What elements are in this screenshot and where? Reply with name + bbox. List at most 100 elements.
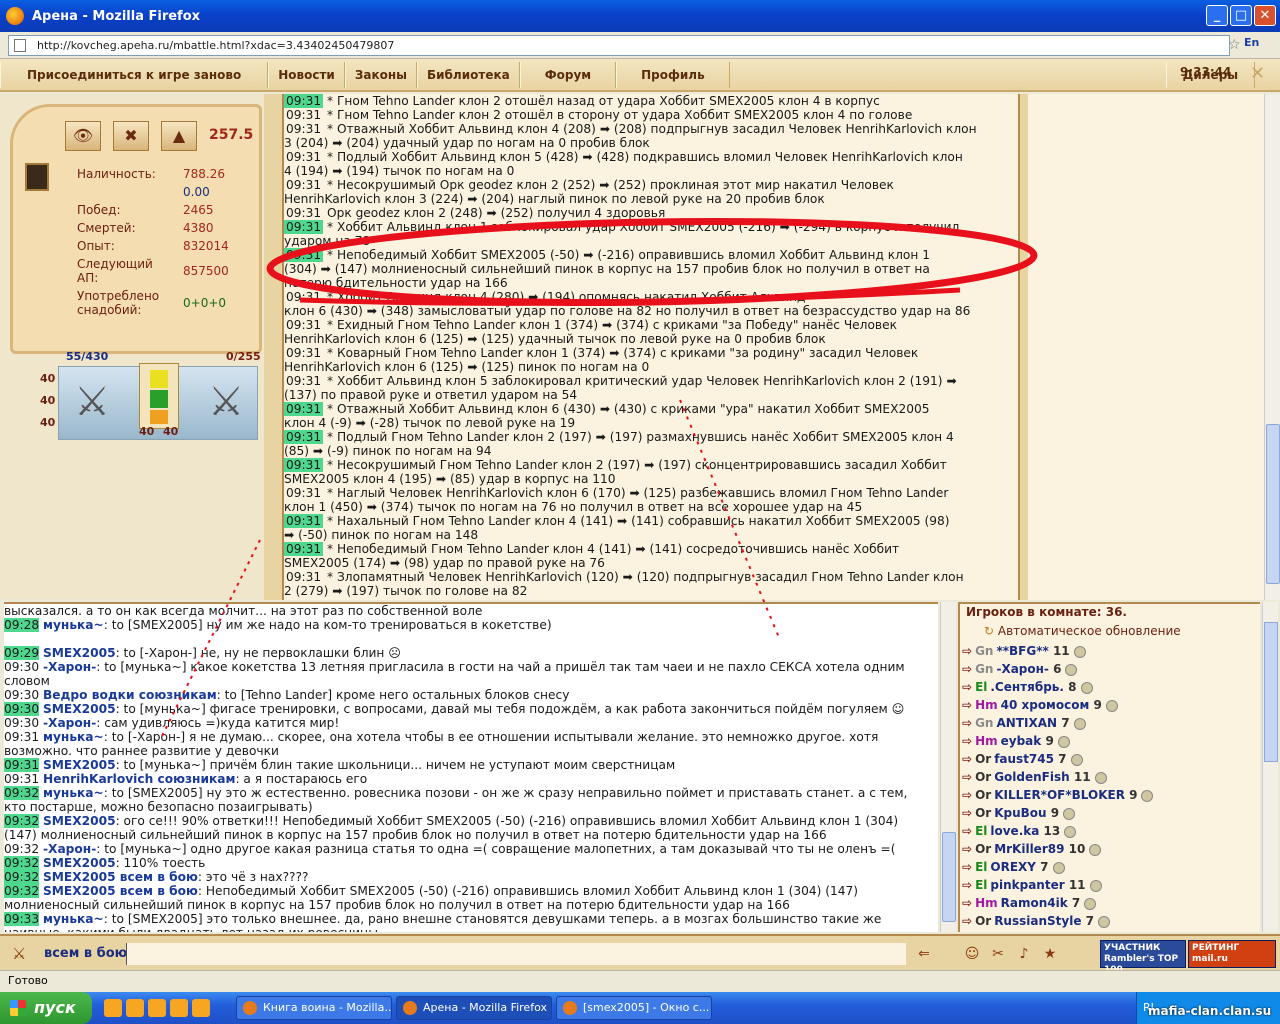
arrow-right-icon[interactable]: ⇨ (962, 860, 972, 874)
arrow-right-icon[interactable]: ⇨ (962, 680, 972, 694)
menu-rejoin[interactable]: Присоединиться к игре заново (0, 61, 269, 88)
info-icon[interactable] (1141, 789, 1154, 802)
player-row[interactable]: ⇨ Gn -Харон- 6 (960, 660, 1260, 678)
armor-icon[interactable] (139, 363, 179, 429)
app-icon[interactable] (170, 999, 188, 1017)
language-indicator[interactable]: En (1244, 36, 1259, 49)
player-row[interactable]: ⇨ Or RussianStyle 7 (960, 912, 1260, 930)
player-row[interactable]: ⇨ Hm 40 хромосом 9 (960, 696, 1260, 714)
scrollbar-thumb[interactable] (942, 832, 956, 922)
tools-icon[interactable]: ✖ (113, 121, 149, 151)
info-icon[interactable] (1065, 663, 1078, 676)
arrow-right-icon[interactable]: ⇨ (962, 788, 972, 802)
close-button[interactable]: ✕ (1254, 5, 1276, 26)
chat-nick[interactable]: мунька~ (43, 786, 104, 800)
player-row[interactable]: ⇨ Or MrKiller89 10 (960, 840, 1260, 858)
start-button[interactable]: пуск (0, 992, 92, 1024)
chat-nick[interactable]: -Харон- (43, 716, 96, 730)
player-name[interactable]: eybak (1001, 734, 1042, 748)
chat-input[interactable] (126, 943, 906, 965)
firefox-icon[interactable] (126, 999, 144, 1017)
player-name[interactable]: Ramon4ik (1001, 896, 1068, 910)
info-icon[interactable] (1073, 645, 1086, 658)
arrow-right-icon[interactable]: ⇨ (962, 734, 972, 748)
sword-icon[interactable]: ⚔ (195, 377, 257, 427)
player-row[interactable]: ⇨ El .Сентябрь. 8 (960, 678, 1260, 696)
player-row[interactable]: ⇨ El love.ka 13 (960, 822, 1260, 840)
player-row[interactable]: ⇨ Or GoldenFish 11 (960, 768, 1260, 786)
player-name[interactable]: 40 хромосом (1001, 698, 1090, 712)
info-icon[interactable] (1098, 915, 1111, 928)
crossed-swords-icon[interactable]: ⚔ (12, 944, 26, 963)
chat-nick[interactable]: SMEX2005 всем в бою (43, 884, 198, 898)
chat-nick[interactable]: -Харон- (43, 842, 96, 856)
scissors-icon[interactable]: ✂ (988, 944, 1008, 964)
app-icon[interactable] (192, 999, 210, 1017)
player-row[interactable]: ⇨ Hm eybak 9 (960, 732, 1260, 750)
chat-nick[interactable]: Ведро водки союзникам (43, 688, 217, 702)
player-name[interactable]: KILLER*OF*BLOKER (994, 788, 1125, 802)
player-name[interactable]: GoldenFish (994, 770, 1069, 784)
smiley-icon[interactable]: ☺ (962, 944, 982, 964)
menu-library[interactable]: Библиотека (417, 61, 520, 88)
star-icon[interactable]: ★ (1040, 944, 1060, 964)
player-row[interactable]: ⇨ Hm Ramon4ik 7 (960, 894, 1260, 912)
player-name[interactable]: faust745 (994, 752, 1054, 766)
sound-icon[interactable]: ♪ (1014, 944, 1034, 964)
sword-icon[interactable]: ⚔ (61, 377, 123, 427)
rambler-badge[interactable]: УЧАСТНИК Rambler's TOP 100 (1100, 940, 1186, 975)
info-icon[interactable] (1052, 861, 1065, 874)
menu-news[interactable]: Новости (268, 61, 345, 88)
player-name[interactable]: KpuBou (994, 806, 1046, 820)
info-icon[interactable] (1073, 717, 1086, 730)
app-icon[interactable] (148, 999, 166, 1017)
player-row[interactable]: ⇨ Or faust745 7 (960, 750, 1260, 768)
info-icon[interactable] (1064, 825, 1077, 838)
arrow-right-icon[interactable]: ⇨ (962, 716, 972, 730)
auto-update-toggle[interactable]: ↻ Автоматическое обновление (960, 622, 1260, 642)
arrow-right-icon[interactable]: ⇨ (962, 842, 972, 856)
info-icon[interactable] (1070, 753, 1083, 766)
chat-nick[interactable]: SMEX2005 всем в бою (43, 870, 198, 884)
arrow-right-icon[interactable]: ⇨ (962, 806, 972, 820)
player-name[interactable]: .Сентябрь. (990, 680, 1064, 694)
scrollbar-thumb[interactable] (1266, 424, 1280, 584)
arrow-right-icon[interactable]: ⇨ (962, 698, 972, 712)
mage-icon[interactable]: ▲ (161, 121, 197, 151)
combat-scrollbar[interactable] (1264, 94, 1280, 600)
arrow-right-icon[interactable]: ⇨ (962, 752, 972, 766)
chat-nick[interactable]: мунька~ (43, 618, 104, 632)
arrow-right-icon[interactable]: ⇨ (962, 770, 972, 784)
menu-forum[interactable]: Форум (519, 61, 617, 88)
mailru-badge[interactable]: РЕЙТИНГ mail.ru (1188, 940, 1276, 968)
info-icon[interactable] (1063, 807, 1076, 820)
player-scrollbar[interactable] (1262, 602, 1278, 932)
player-name[interactable]: ANTIXAN (996, 716, 1057, 730)
chat-scrollbar[interactable] (940, 602, 956, 932)
task-button[interactable]: [smex2005] - Окно с... (556, 996, 712, 1020)
chat-nick[interactable]: SMEX2005 (43, 758, 116, 772)
chat-nick[interactable]: SMEX2005 (43, 702, 116, 716)
player-name[interactable]: -Харон- (996, 662, 1048, 676)
scrollbar-thumb[interactable] (1264, 622, 1278, 762)
maximize-button[interactable]: □ (1230, 5, 1252, 26)
arrow-right-icon[interactable]: ⇨ (962, 824, 972, 838)
refresh-icon[interactable]: ↻ (984, 624, 998, 638)
menu-profile[interactable]: Профиль (616, 61, 730, 88)
arrow-right-icon[interactable]: ⇨ (962, 644, 972, 658)
arrow-right-icon[interactable]: ⇨ (962, 896, 972, 910)
player-row[interactable]: ⇨ Gn ANTIXAN 7 (960, 714, 1260, 732)
arrow-left-icon[interactable]: ⇐ (914, 944, 934, 964)
chat-nick[interactable]: мунька~ (43, 730, 104, 744)
player-name[interactable]: **BFG** (996, 644, 1048, 658)
info-icon[interactable] (1089, 879, 1102, 892)
url-field[interactable]: http://kovcheg.apeha.ru/mbattle.html?xda… (8, 35, 1230, 56)
player-row[interactable]: ⇨ El pinkpanter 11 (960, 876, 1260, 894)
info-icon[interactable] (1089, 843, 1102, 856)
task-button[interactable]: Книга воина - Mozilla... (236, 996, 392, 1020)
close-game-icon[interactable]: ✕ (1250, 63, 1265, 84)
player-name[interactable]: pinkpanter (990, 878, 1064, 892)
player-row[interactable]: ⇨ Or KpuBou 9 (960, 804, 1260, 822)
chat-nick[interactable]: мунька~ (43, 912, 104, 926)
info-icon[interactable] (1094, 771, 1107, 784)
